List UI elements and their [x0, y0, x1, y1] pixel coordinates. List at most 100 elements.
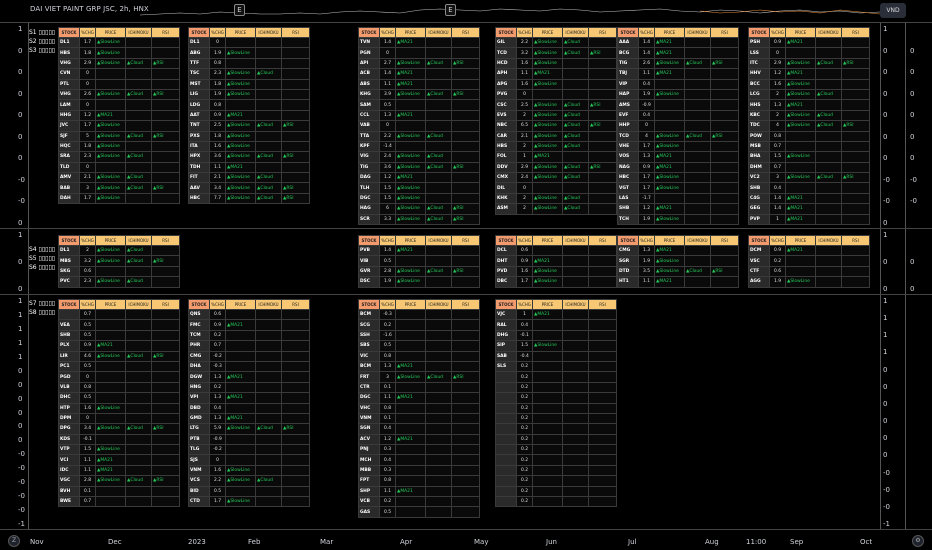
table-row[interactable]: VCI 1.1 ▲MA21	[58, 454, 180, 466]
table-row[interactable]: HBS 2 ▲SlowLine ▲Cloud	[495, 140, 617, 153]
table-row[interactable]: PVB 1.4 ▲MA21	[358, 244, 480, 257]
table-row[interactable]: TCH 1.9 ▲SlowLine	[617, 213, 739, 226]
table-row[interactable]: DIL 0	[495, 182, 617, 194]
table-row[interactable]: LAM 0	[58, 99, 180, 111]
table-row[interactable]: SGN 0.4	[358, 423, 480, 435]
table-row[interactable]: CTF 0.6	[748, 265, 870, 278]
table-row[interactable]: SHB 0.5	[58, 329, 180, 342]
table-row[interactable]: HPX 3.6 ▲SlowLine ▲Cloud ▲RSI	[188, 151, 310, 163]
table-row[interactable]: CTD 1.7 ▲SlowLine	[188, 496, 310, 508]
table-row[interactable]: HBC 1.7 ▲SlowLine	[617, 172, 739, 184]
table-row[interactable]: ACB 1.4 ▲MA21	[358, 68, 480, 80]
table-row[interactable]: ITA 1.6 ▲SlowLine	[188, 140, 310, 153]
table-row[interactable]: VCB 0.2	[358, 496, 480, 508]
table-row[interactable]: PVC 2.3 ▲SlowLine ▲Cloud	[58, 276, 180, 288]
table-row[interactable]: VC2 3 ▲SlowLine ▲Cloud ▲RSI	[748, 172, 870, 184]
table-row[interactable]: SIP 1.5 ▲SlowLine	[495, 340, 617, 352]
table-row[interactable]: VPI 1.3 ▲MA21	[188, 392, 310, 404]
table-row[interactable]: KPF -1.4	[358, 140, 480, 153]
table-row[interactable]: VAB 0	[358, 120, 480, 132]
table-row[interactable]: FRT 3 ▲SlowLine ▲Cloud ▲RSI	[358, 371, 480, 383]
table-row[interactable]: DSC 1.9 ▲SlowLine	[358, 276, 480, 288]
table-row[interactable]: C4G 1.4 ▲MA21	[748, 192, 870, 205]
table-row[interactable]: DL1 2 ▲SlowLine ▲Cloud	[58, 244, 180, 257]
table-row[interactable]: DPM 0	[58, 412, 180, 425]
table-row[interactable]: KDS -0.1	[58, 433, 180, 446]
table-row[interactable]: 0.2	[495, 464, 617, 477]
table-row[interactable]: CVN 0	[58, 68, 180, 80]
table-row[interactable]: SRA 2.3 ▲SlowLine ▲Cloud	[58, 151, 180, 163]
table-row[interactable]: DHT 0.9 ▲MA21	[495, 255, 617, 267]
table-row[interactable]: TCD 3.2 ▲SlowLine ▲Cloud ▲RSI	[495, 47, 617, 59]
table-row[interactable]: VGT 1.7 ▲SlowLine	[617, 182, 739, 194]
table-row[interactable]: BHA 1.5 ▲SlowLine	[748, 151, 870, 163]
table-row[interactable]: VIG 2.4 ▲SlowLine ▲Cloud	[358, 151, 480, 163]
table-row[interactable]: DHA -0.3	[188, 360, 310, 373]
table-row[interactable]: GAS 0.5	[358, 506, 480, 518]
table-row[interactable]: SCG 0.2	[358, 319, 480, 331]
table-row[interactable]: DAG 1.2 ▲MA21	[358, 172, 480, 184]
table-row[interactable]: TTF 0.8	[188, 57, 310, 70]
table-row[interactable]: ACV 1.2 ▲MA21	[358, 433, 480, 446]
earnings-marker-1[interactable]: E	[234, 4, 245, 16]
table-row[interactable]: LCG 2 ▲SlowLine ▲Cloud	[748, 88, 870, 101]
zoom-reset-button[interactable]: Z	[8, 535, 20, 547]
table-row[interactable]: ABG 1.9 ▲SlowLine	[188, 47, 310, 59]
table-row[interactable]: HAP 1.9 ▲SlowLine	[617, 88, 739, 101]
table-row[interactable]: GVR 2.8 ▲SlowLine ▲Cloud ▲RSI	[358, 265, 480, 278]
table-row[interactable]: CTR 0.1	[358, 381, 480, 394]
table-row[interactable]: DGC 1.5 ▲SlowLine	[358, 192, 480, 205]
table-row[interactable]: PTB -0.9	[188, 433, 310, 446]
table-row[interactable]: 0.2	[495, 402, 617, 414]
table-row[interactable]: PGD 0	[58, 371, 180, 383]
table-row[interactable]: KHG 3.9 ▲SlowLine ▲Cloud ▲RSI	[358, 88, 480, 101]
table-row[interactable]: LIG 1.9 ▲SlowLine	[188, 88, 310, 101]
symbol-title[interactable]: DAI VIET PAINT GRP JSC, 2h, HNX	[30, 5, 149, 13]
table-row[interactable]: HHV 1.2 ▲MA21	[748, 68, 870, 80]
table-row[interactable]: GEG 1.4 ▲MA21	[748, 203, 870, 215]
table-row[interactable]: LDG 0.8	[188, 99, 310, 111]
table-row[interactable]: 0.2	[495, 412, 617, 425]
table-row[interactable]: HTP 1.6 ▲SlowLine	[58, 402, 180, 414]
table-row[interactable]: VHG 2.9 ▲SlowLine ▲Cloud ▲RSI	[58, 57, 180, 70]
table-row[interactable]: PVD 1.6 ▲SlowLine	[495, 265, 617, 278]
table-row[interactable]: FOL 1 ▲MA21	[495, 151, 617, 163]
table-row[interactable]: DL1 0	[188, 36, 310, 49]
table-row[interactable]: SCR 3.3 ▲SlowLine ▲Cloud ▲RSI	[358, 213, 480, 226]
table-row[interactable]: VHG 2.6 ▲SlowLine ▲Cloud ▲RSI	[58, 88, 180, 101]
table-row[interactable]: DHC 0.5	[58, 392, 180, 404]
table-row[interactable]: BCC 1.6 ▲SlowLine	[748, 78, 870, 90]
table-row[interactable]: PVP 1 ▲MA21	[748, 213, 870, 226]
table-row[interactable]: PXS 1.8 ▲SlowLine	[188, 130, 310, 142]
table-row[interactable]: SHP 1.1 ▲MA21	[358, 485, 480, 498]
table-row[interactable]: PLX 0.9 ▲MA21	[58, 340, 180, 352]
table-row[interactable]: BWE 0.7	[58, 496, 180, 508]
table-row[interactable]: NBC 6.5 ▲SlowLine ▲Cloud ▲RSI	[495, 120, 617, 132]
table-row[interactable]: QNS 0.6	[188, 308, 310, 321]
table-row[interactable]: JVC 1.7 ▲SlowLine	[58, 120, 180, 132]
table-row[interactable]: DGC 1.1 ▲MA21	[358, 392, 480, 404]
left-price-scale[interactable]: 1 0 0 0 0 0 0 -0 -0 0	[0, 23, 28, 228]
table-row[interactable]: KHK 2 ▲SlowLine ▲Cloud	[495, 192, 617, 205]
table-row[interactable]: VLB 0.8	[58, 381, 180, 394]
table-row[interactable]: HQC 1.8 ▲SlowLine	[58, 140, 180, 153]
table-row[interactable]: VIP 0.4	[617, 78, 739, 90]
table-row[interactable]: AGG 1.9 ▲SlowLine	[748, 276, 870, 288]
table-row[interactable]: HHS 1.3 ▲MA21	[748, 99, 870, 111]
table-row[interactable]: APG 1.6 ▲SlowLine	[495, 78, 617, 90]
table-row[interactable]: VHE 1.7 ▲SlowLine	[617, 140, 739, 153]
table-row[interactable]: DBC 1.7 ▲SlowLine	[495, 276, 617, 288]
table-row[interactable]: VIB 0.5	[358, 255, 480, 267]
table-row[interactable]: VTP 1.5 ▲SlowLine	[58, 444, 180, 456]
table-row[interactable]: TDH 1.1 ▲MA21	[188, 161, 310, 174]
table-row[interactable]: HHG 1.2 ▲MA21	[58, 109, 180, 122]
right-price-scale[interactable]: 1 0 0 0 0 0 0 0 0 0 0 0 0 -0 -0 -0 -0 0	[880, 23, 932, 228]
table-row[interactable]: SGR 1.9 ▲SlowLine	[617, 255, 739, 267]
table-row[interactable]: VIC 0.8	[358, 350, 480, 362]
table-row[interactable]: GMD 1.3 ▲MA21	[188, 412, 310, 425]
table-row[interactable]: 0.2	[495, 444, 617, 456]
table-row[interactable]: TNT 2.5 ▲SlowLine ▲Cloud ▲RSI	[188, 120, 310, 132]
table-row[interactable]: TIG 3.6 ▲SlowLine ▲Cloud ▲RSI	[358, 161, 480, 174]
table-row[interactable]: AAV 3.4 ▲SlowLine ▲Cloud ▲RSI	[188, 182, 310, 194]
table-row[interactable]: EVF 0.4	[617, 109, 739, 122]
